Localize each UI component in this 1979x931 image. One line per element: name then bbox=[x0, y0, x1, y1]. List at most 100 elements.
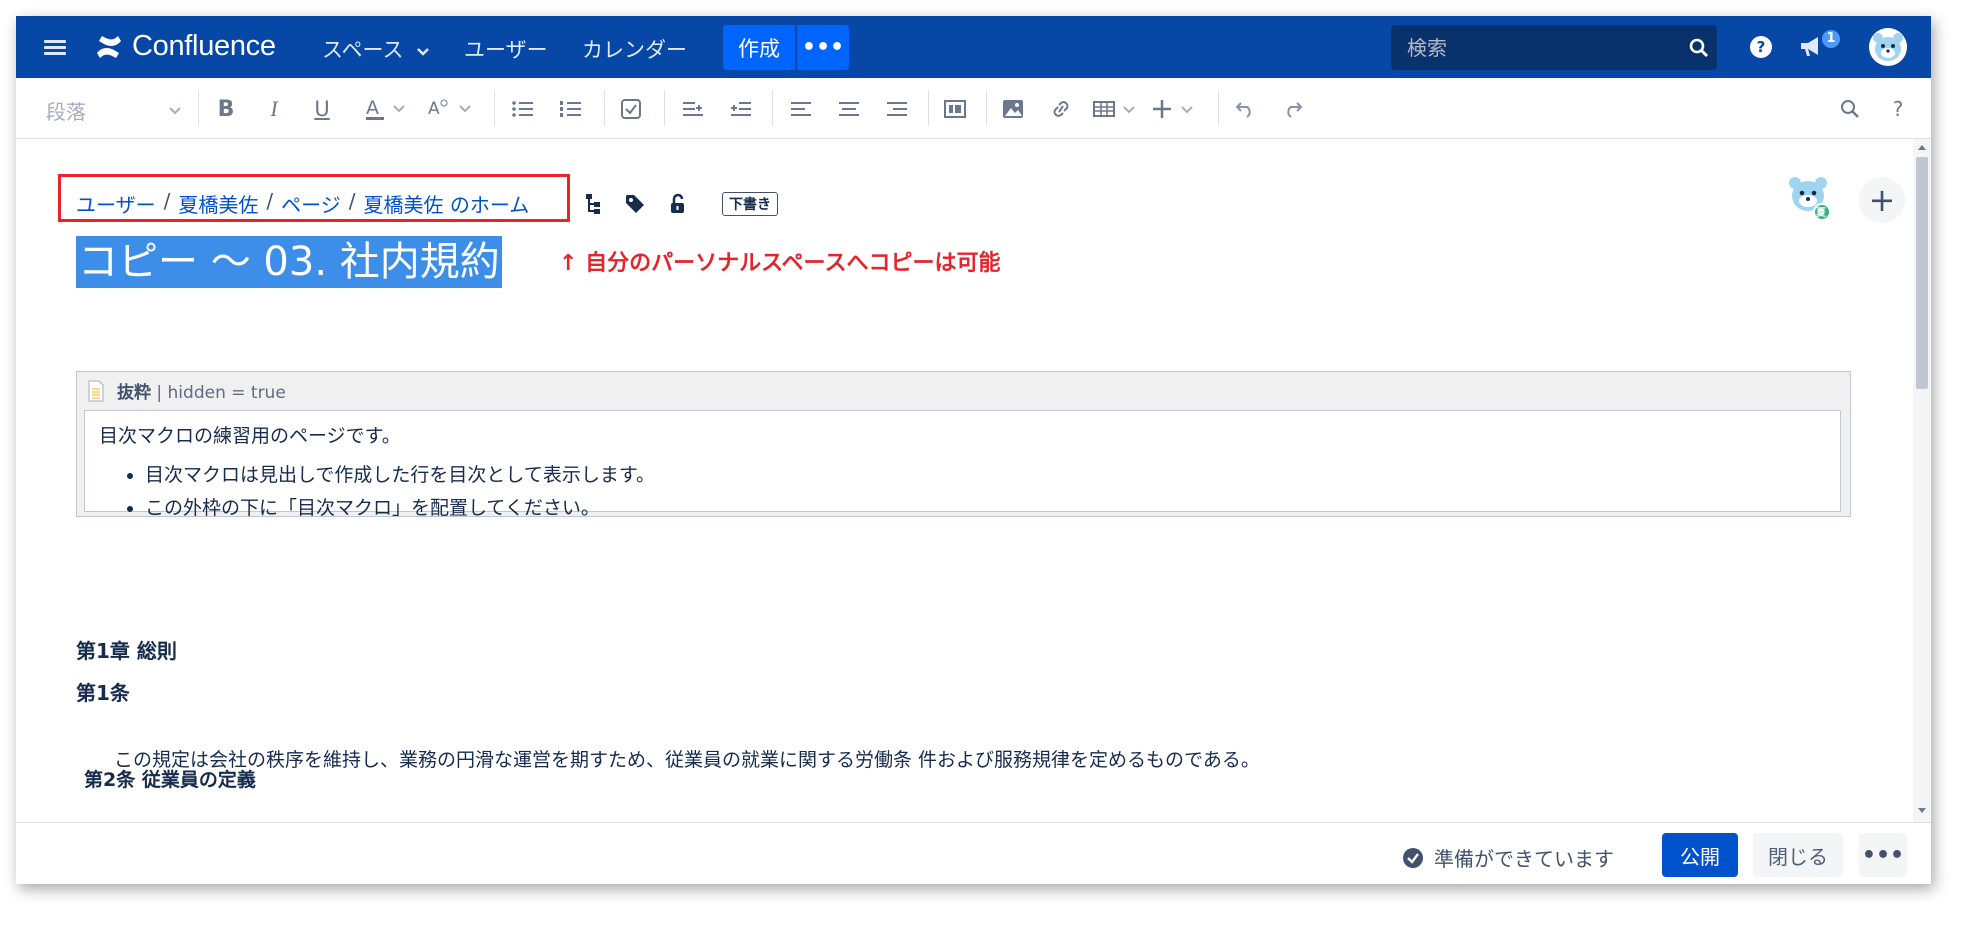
paragraph-style-select[interactable]: 段落 bbox=[46, 96, 182, 125]
italic-icon[interactable]: I bbox=[262, 96, 286, 121]
find-replace-icon[interactable] bbox=[1838, 98, 1862, 120]
article-heading: 第2条 従業員の定義 bbox=[84, 769, 256, 791]
editor-help-icon[interactable]: ? bbox=[1886, 97, 1910, 121]
indent-icon[interactable] bbox=[728, 98, 754, 120]
nav-users-link[interactable]: ユーザー bbox=[464, 34, 548, 64]
text-color-icon: A bbox=[366, 97, 405, 120]
link-glyph bbox=[1053, 101, 1069, 117]
list-item: この外枠の下に「目次マクロ」を配置してください。 bbox=[145, 493, 1826, 520]
label-tag-icon[interactable] bbox=[624, 193, 646, 215]
megaphone-icon[interactable] bbox=[1798, 33, 1824, 59]
toolbar-divider bbox=[198, 90, 199, 126]
publish-button[interactable]: 公開 bbox=[1662, 833, 1738, 877]
scrollbar-thumb[interactable] bbox=[1916, 157, 1928, 389]
paragraph-style-label: 段落 bbox=[46, 100, 86, 124]
breadcrumb-link-user[interactable]: 夏橋美佐 bbox=[178, 189, 258, 218]
scroll-up-icon[interactable] bbox=[1913, 141, 1931, 153]
unlock-icon[interactable] bbox=[668, 193, 688, 215]
chevron-down-icon bbox=[169, 106, 181, 114]
nav-spaces-menu[interactable]: スペース bbox=[322, 34, 430, 64]
check-circle-icon bbox=[1403, 847, 1423, 868]
align-right-icon[interactable] bbox=[884, 98, 910, 120]
checkbox-glyph bbox=[621, 99, 641, 119]
underline-icon[interactable]: U bbox=[310, 97, 334, 121]
breadcrumb-separator: / bbox=[163, 189, 171, 213]
align-center-glyph bbox=[839, 102, 859, 116]
outdent-glyph bbox=[683, 102, 703, 116]
svg-text:A: A bbox=[366, 97, 379, 119]
image-glyph bbox=[1003, 100, 1023, 118]
svg-text:A: A bbox=[428, 99, 440, 119]
table-icon bbox=[1093, 101, 1135, 117]
outdent-icon[interactable] bbox=[680, 98, 706, 120]
toolbar-divider bbox=[1218, 90, 1219, 126]
draft-status-badge: 下書き bbox=[722, 192, 778, 216]
undo-icon[interactable] bbox=[1232, 98, 1258, 120]
layout-glyph bbox=[944, 100, 966, 118]
scroll-down-icon[interactable] bbox=[1913, 805, 1931, 817]
macro-name: 抜粋 bbox=[117, 383, 151, 403]
confluence-logo[interactable]: Confluence bbox=[96, 30, 276, 63]
redo-icon[interactable] bbox=[1280, 98, 1306, 120]
text-style-icon: A bbox=[428, 99, 471, 119]
bold-icon[interactable]: B bbox=[214, 97, 238, 122]
search-icon[interactable] bbox=[1689, 38, 1709, 58]
collaborator-badge-text: 夏 bbox=[1816, 208, 1826, 219]
image-icon[interactable] bbox=[1000, 98, 1026, 120]
chapter-heading: 第1章 総則 bbox=[76, 639, 177, 663]
breadcrumb-separator: / bbox=[348, 189, 356, 213]
align-left-icon[interactable] bbox=[788, 98, 814, 120]
vertical-scrollbar[interactable] bbox=[1913, 139, 1931, 822]
toolbar-divider bbox=[986, 90, 987, 126]
avatar-icon bbox=[1869, 28, 1907, 66]
bullet-list-glyph bbox=[512, 101, 533, 117]
save-status: 準備ができています bbox=[1402, 843, 1614, 872]
table-button[interactable] bbox=[1092, 98, 1142, 120]
breadcrumb-link-users[interactable]: ユーザー bbox=[76, 189, 156, 218]
annotation-note: ↑ 自分のパーソナルスペースへコピーは可能 bbox=[559, 251, 1001, 276]
page-layout-icon[interactable] bbox=[942, 98, 968, 120]
user-avatar[interactable] bbox=[1869, 28, 1907, 66]
search-glyph bbox=[1841, 100, 1859, 118]
numbered-list-glyph bbox=[560, 101, 581, 117]
collaborator-avatar[interactable]: 夏 bbox=[1788, 173, 1832, 221]
link-icon[interactable] bbox=[1048, 98, 1074, 120]
add-collaborator-button[interactable]: + bbox=[1859, 177, 1905, 223]
macro-params: | hidden = true bbox=[151, 383, 286, 403]
search-field[interactable] bbox=[1391, 25, 1717, 70]
more-options-button[interactable]: ••• bbox=[1859, 833, 1907, 877]
text-color-button[interactable]: A bbox=[364, 97, 408, 120]
nav-spaces-label: スペース bbox=[322, 38, 404, 62]
excerpt-bullet-list: 目次マクロは見出しで作成した行を目次として表示します。 この外枠の下に「目次マク… bbox=[99, 460, 1826, 520]
article-heading: 第1条 bbox=[76, 681, 130, 705]
task-list-icon[interactable] bbox=[618, 98, 644, 120]
insert-more-button[interactable] bbox=[1150, 98, 1206, 120]
chevron-down-icon bbox=[417, 48, 430, 56]
brand-name: Confluence bbox=[132, 30, 276, 62]
nav-calendar-link[interactable]: カレンダー bbox=[582, 34, 687, 64]
toolbar-divider bbox=[664, 90, 665, 126]
excerpt-macro[interactable]: 抜粋 | hidden = true 目次マクロの練習用のページです。 目次マク… bbox=[76, 371, 1851, 519]
search-input[interactable] bbox=[1405, 34, 1669, 61]
macro-body[interactable]: 目次マクロの練習用のページです。 目次マクロは見出しで作成した行を目次として表示… bbox=[84, 410, 1841, 519]
text-style-button[interactable]: A bbox=[426, 98, 474, 120]
create-button[interactable]: 作成 bbox=[723, 25, 795, 70]
document-icon bbox=[88, 380, 104, 401]
align-center-icon[interactable] bbox=[836, 98, 862, 120]
confluence-logo-icon bbox=[97, 35, 121, 58]
macro-header: 抜粋 | hidden = true bbox=[87, 378, 286, 403]
bullet-list-icon[interactable] bbox=[510, 98, 536, 120]
breadcrumb-link-pages[interactable]: ページ bbox=[281, 189, 341, 218]
numbered-list-icon[interactable] bbox=[558, 98, 584, 120]
help-icon[interactable]: ? bbox=[1749, 35, 1773, 59]
list-item: 目次マクロは見出しで作成した行を目次として表示します。 bbox=[145, 460, 1826, 487]
menu-icon[interactable] bbox=[44, 37, 66, 57]
breadcrumb-link-home[interactable]: 夏橋美佐 のホーム bbox=[363, 189, 529, 218]
page-title[interactable]: コピー ～ 03. 社内規約 bbox=[76, 236, 502, 288]
align-right-glyph bbox=[887, 102, 907, 116]
editor-content: ユーザー / 夏橋美佐 / ページ / 夏橋美佐 のホーム 下書き 夏 + コピ… bbox=[16, 139, 1911, 822]
close-button[interactable]: 閉じる bbox=[1753, 833, 1843, 877]
page-tree-icon[interactable] bbox=[584, 193, 602, 215]
save-status-text: 準備ができています bbox=[1434, 847, 1614, 871]
create-more-button[interactable]: ••• bbox=[797, 25, 849, 70]
